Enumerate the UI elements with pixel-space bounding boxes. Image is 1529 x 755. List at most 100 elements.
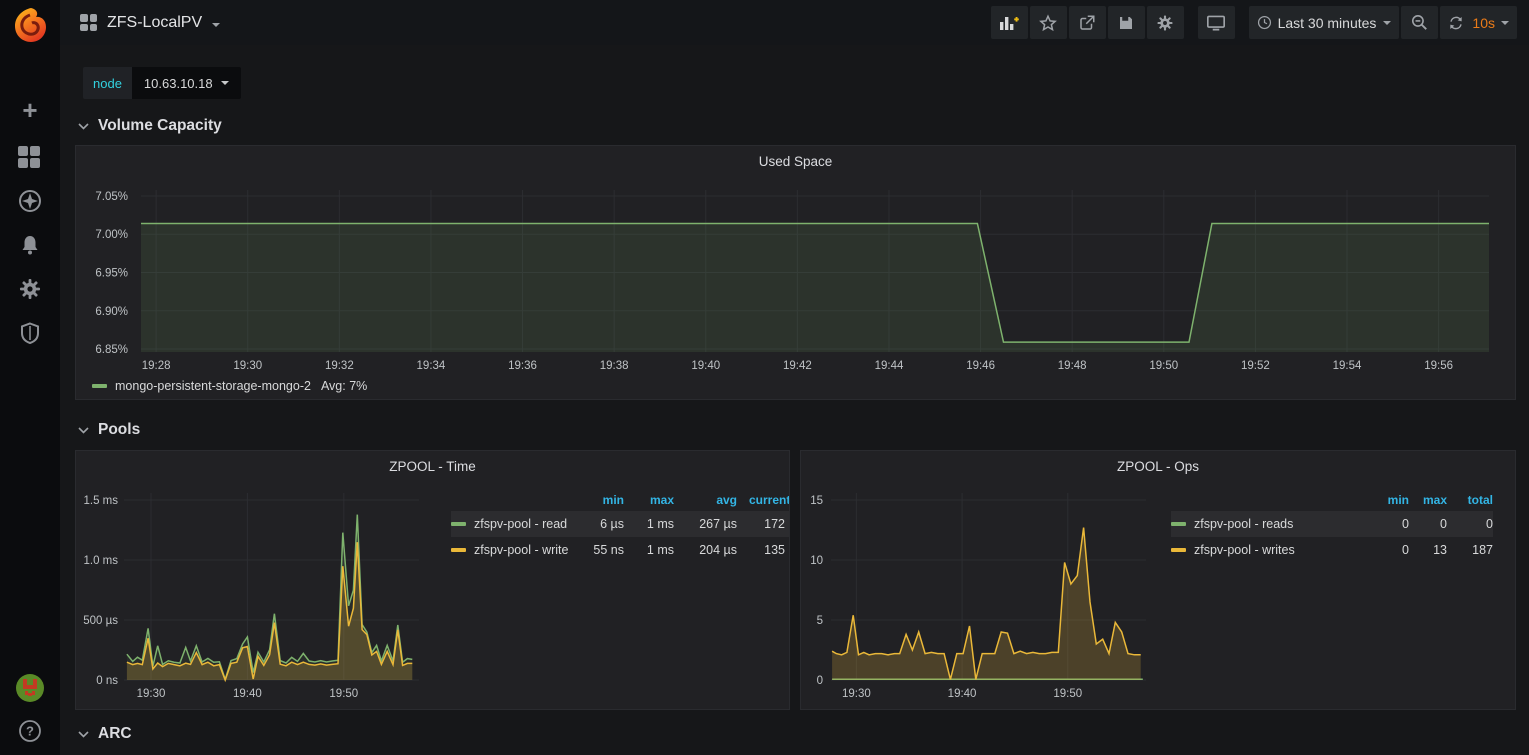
legend-series-dash bbox=[92, 384, 107, 388]
refresh-interval-value[interactable]: 10s bbox=[1472, 15, 1495, 31]
svg-text:1.5 ms: 1.5 ms bbox=[83, 495, 118, 507]
refresh-icon bbox=[1448, 15, 1464, 31]
star-button[interactable] bbox=[1030, 6, 1067, 39]
used-space-legend: mongo-persistent-storage-mongo-2 Avg: 7% bbox=[92, 379, 367, 393]
legend-header-row: minmaxavgcurrent bbox=[451, 489, 789, 511]
legend-row: zfspv-pool - reads000 bbox=[1171, 511, 1493, 537]
explore-icon[interactable] bbox=[18, 189, 42, 213]
time-range-caret-icon bbox=[1383, 21, 1391, 25]
save-button[interactable] bbox=[1108, 6, 1145, 39]
svg-text:19:28: 19:28 bbox=[142, 360, 171, 372]
legend-series-stat: Avg: 7% bbox=[321, 379, 367, 393]
legend-header-current[interactable]: current bbox=[737, 493, 789, 507]
zoom-out-icon bbox=[1410, 13, 1429, 32]
svg-text:19:30: 19:30 bbox=[842, 688, 871, 700]
help-icon[interactable]: ? bbox=[18, 719, 42, 743]
section-arc[interactable]: ARC bbox=[78, 723, 132, 745]
svg-text:19:42: 19:42 bbox=[783, 360, 812, 372]
legend-value: 6 µs bbox=[581, 517, 624, 531]
svg-text:0: 0 bbox=[817, 675, 823, 687]
panel-zpool-ops: ZPOOL - Ops 19:3019:4019:50151050 minmax… bbox=[800, 450, 1516, 710]
tv-monitor-icon bbox=[1206, 14, 1226, 32]
legend-series-dash bbox=[1171, 522, 1186, 526]
time-range-picker[interactable]: Last 30 minutes bbox=[1249, 6, 1400, 39]
svg-text:19:50: 19:50 bbox=[1149, 360, 1178, 372]
dashboard-settings-button[interactable] bbox=[1147, 6, 1184, 39]
legend-value: 1 ms bbox=[624, 543, 674, 557]
section-volume-capacity[interactable]: Volume Capacity bbox=[78, 115, 222, 137]
legend-header-min[interactable]: min bbox=[581, 493, 624, 507]
legend-value: 55 ns bbox=[581, 543, 624, 557]
alerting-bell-icon[interactable] bbox=[18, 233, 42, 257]
zoom-out-button[interactable] bbox=[1401, 6, 1438, 39]
panel-title[interactable]: ZPOOL - Ops bbox=[801, 451, 1515, 481]
legend-row: zfspv-pool - writes013187 bbox=[1171, 537, 1493, 563]
sidebar: + ? bbox=[0, 0, 60, 755]
panel-title[interactable]: ZPOOL - Time bbox=[76, 451, 789, 481]
svg-text:19:44: 19:44 bbox=[875, 360, 904, 372]
refresh-picker[interactable]: 10s bbox=[1440, 6, 1517, 39]
server-admin-shield-icon[interactable] bbox=[18, 321, 42, 345]
legend-series-name[interactable]: zfspv-pool - write bbox=[451, 543, 581, 557]
svg-text:19:52: 19:52 bbox=[1241, 360, 1270, 372]
svg-text:19:50: 19:50 bbox=[329, 688, 358, 700]
legend-series-name[interactable]: zfspv-pool - read bbox=[451, 517, 581, 531]
dashboard-title[interactable]: ZFS-LocalPV bbox=[107, 14, 202, 32]
svg-text:19:54: 19:54 bbox=[1333, 360, 1362, 372]
svg-text:19:56: 19:56 bbox=[1424, 360, 1453, 372]
refresh-caret-icon bbox=[1501, 21, 1509, 25]
legend-header-total[interactable]: total bbox=[1447, 493, 1493, 507]
svg-text:?: ? bbox=[26, 724, 34, 739]
user-avatar[interactable] bbox=[16, 674, 44, 702]
used-space-series-fill bbox=[141, 224, 1489, 353]
zpool-time-legend: minmaxavgcurrentzfspv-pool - read6 µs1 m… bbox=[451, 489, 789, 563]
svg-text:7.05%: 7.05% bbox=[95, 191, 128, 203]
dashboard-title-group[interactable]: ZFS-LocalPV bbox=[80, 0, 220, 45]
dashboard-content: node 10.63.10.18 Volume Capacity Used Sp… bbox=[60, 45, 1529, 755]
add-panel-button[interactable] bbox=[991, 6, 1028, 39]
legend-value: 0 bbox=[1361, 543, 1409, 557]
legend-value: 135 bbox=[737, 543, 789, 557]
time-range-label: Last 30 minutes bbox=[1278, 15, 1377, 31]
svg-text:19:40: 19:40 bbox=[691, 360, 720, 372]
used-space-chart[interactable]: 19:2819:3019:3219:3419:3619:3819:4019:42… bbox=[76, 176, 1515, 381]
legend-row: zfspv-pool - read6 µs1 ms267 µs172 bbox=[451, 511, 789, 537]
add-panel-icon bbox=[999, 14, 1019, 32]
add-icon[interactable]: + bbox=[18, 98, 42, 122]
dashboard-title-caret-icon bbox=[212, 23, 220, 27]
svg-text:19:36: 19:36 bbox=[508, 360, 537, 372]
svg-text:10: 10 bbox=[810, 555, 823, 567]
legend-value: 187 bbox=[1447, 543, 1493, 557]
legend-series-name[interactable]: zfspv-pool - writes bbox=[1171, 543, 1361, 557]
legend-series-name[interactable]: mongo-persistent-storage-mongo-2 bbox=[115, 379, 311, 393]
svg-text:7.00%: 7.00% bbox=[95, 229, 128, 241]
panel-title[interactable]: Used Space bbox=[76, 146, 1515, 176]
legend-header-min[interactable]: min bbox=[1361, 493, 1409, 507]
legend-header-max[interactable]: max bbox=[1409, 493, 1447, 507]
svg-text:19:38: 19:38 bbox=[600, 360, 629, 372]
svg-text:0 ns: 0 ns bbox=[96, 675, 118, 687]
svg-text:19:34: 19:34 bbox=[417, 360, 446, 372]
svg-text:19:50: 19:50 bbox=[1053, 688, 1082, 700]
zpool-ops-legend: minmaxtotalzfspv-pool - reads000zfspv-po… bbox=[1171, 489, 1493, 563]
dashboards-icon[interactable] bbox=[18, 146, 42, 170]
zpool-time-series-fill bbox=[127, 542, 412, 680]
legend-header-avg[interactable]: avg bbox=[674, 493, 737, 507]
svg-text:19:32: 19:32 bbox=[325, 360, 354, 372]
zpool-ops-series-fill bbox=[832, 528, 1141, 680]
legend-series-name[interactable]: zfspv-pool - reads bbox=[1171, 517, 1361, 531]
cycle-view-mode-button[interactable] bbox=[1198, 6, 1235, 39]
settings-gear-icon bbox=[1156, 14, 1174, 32]
clock-icon bbox=[1257, 15, 1272, 30]
chevron-down-icon bbox=[78, 731, 89, 738]
top-navbar: ZFS-LocalPV bbox=[60, 0, 1529, 45]
variable-value-dropdown[interactable]: 10.63.10.18 bbox=[132, 67, 241, 99]
panel-zpool-time: ZPOOL - Time 19:3019:4019:501.5 ms1.0 ms… bbox=[75, 450, 790, 710]
section-pools[interactable]: Pools bbox=[78, 419, 140, 441]
share-button[interactable] bbox=[1069, 6, 1106, 39]
legend-header-max[interactable]: max bbox=[624, 493, 674, 507]
configuration-gear-icon[interactable] bbox=[18, 277, 42, 301]
used-space-plot-svg[interactable]: 19:2819:3019:3219:3419:3619:3819:4019:42… bbox=[76, 176, 1515, 376]
grafana-logo[interactable] bbox=[10, 5, 50, 45]
legend-value: 267 µs bbox=[674, 517, 737, 531]
